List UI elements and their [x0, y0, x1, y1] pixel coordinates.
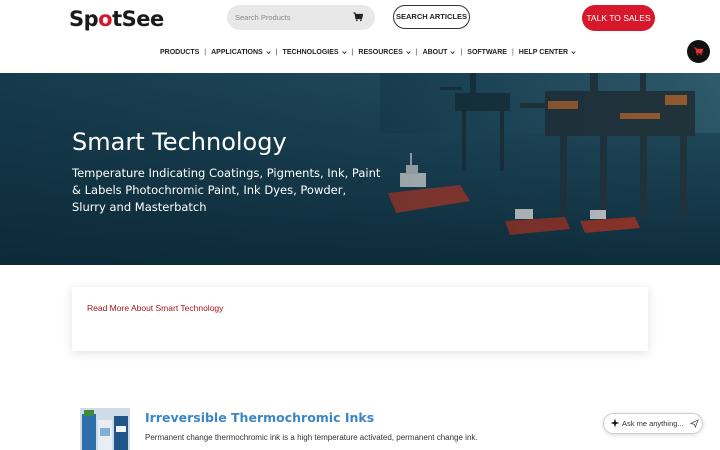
nav-label: RESOURCES: [358, 48, 403, 56]
nav-label: HELP CENTER: [518, 48, 569, 56]
chevron-down-icon: [266, 50, 271, 54]
nav-separator: |: [415, 48, 418, 56]
ask-input-placeholder[interactable]: Ask me anything...: [622, 419, 684, 428]
nav-item-products[interactable]: PRODUCTS: [160, 49, 199, 56]
nav-label: PRODUCTS: [160, 48, 200, 56]
logo-text-end: tSee: [112, 7, 164, 31]
product-thumbnail[interactable]: [80, 408, 130, 450]
nav-item-resources[interactable]: RESOURCES: [358, 48, 411, 56]
nav-label: ABOUT: [422, 48, 448, 56]
product-search-box[interactable]: [227, 5, 375, 30]
hero-title: Smart Technology: [72, 128, 287, 156]
ink-bottles-image: [80, 408, 130, 450]
talk-to-sales-button[interactable]: TALK TO SALES: [582, 5, 655, 31]
nav-item-technologies[interactable]: TECHNOLOGIES: [283, 49, 347, 56]
nav-label: SOFTWARE: [467, 48, 507, 56]
read-more-link[interactable]: Read More About Smart Technology: [87, 303, 223, 313]
chevron-down-icon: [571, 50, 576, 54]
product-title[interactable]: Irreversible Thermochromic Inks: [145, 410, 374, 425]
chevron-down-icon: [406, 50, 411, 54]
nav-label: APPLICATIONS: [211, 48, 263, 56]
nav-label: TECHNOLOGIES: [282, 48, 339, 56]
nav-separator: |: [351, 48, 354, 56]
nav-item-about[interactable]: ABOUT: [423, 49, 456, 56]
product-description: Permanent change thermochromic ink is a …: [145, 433, 478, 442]
search-articles-button[interactable]: SEARCH ARTICLES: [393, 5, 470, 29]
send-icon[interactable]: [690, 419, 699, 428]
search-input[interactable]: [235, 9, 347, 26]
main-nav: PRODUCTS | APPLICATIONS | TECHNOLOGIES |…: [160, 46, 576, 58]
nav-separator: |: [460, 48, 463, 56]
nav-item-software[interactable]: SOFTWARE: [467, 49, 507, 56]
nav-item-help-center[interactable]: HELP CENTER: [519, 49, 576, 56]
nav-separator: |: [511, 48, 514, 56]
spotsee-logo[interactable]: SpotSee: [69, 6, 164, 32]
cart-icon[interactable]: [353, 12, 363, 22]
logo-text-start: Sp: [69, 7, 99, 31]
hero-subtitle: Temperature Indicating Coatings, Pigment…: [72, 166, 381, 214]
product-list-item[interactable]: Irreversible Thermochromic Inks Permanen…: [80, 408, 648, 450]
cart-icon: [694, 47, 703, 56]
sparkle-icon: [610, 418, 620, 428]
read-more-card: Read More About Smart Technology: [72, 287, 648, 351]
ask-me-anything-widget[interactable]: Ask me anything...: [603, 413, 703, 434]
chevron-down-icon: [450, 50, 456, 54]
nav-separator: |: [204, 48, 207, 56]
nav-separator: |: [275, 48, 278, 56]
cart-button[interactable]: [687, 40, 710, 63]
site-header: SpotSee SEARCH ARTICLES TALK TO SALES PR…: [0, 0, 720, 73]
chevron-down-icon: [341, 50, 347, 54]
hero-banner: Smart Technology Temperature Indicating …: [0, 73, 720, 265]
logo-text-dot: o: [98, 7, 113, 31]
nav-item-applications[interactable]: APPLICATIONS: [211, 49, 271, 56]
